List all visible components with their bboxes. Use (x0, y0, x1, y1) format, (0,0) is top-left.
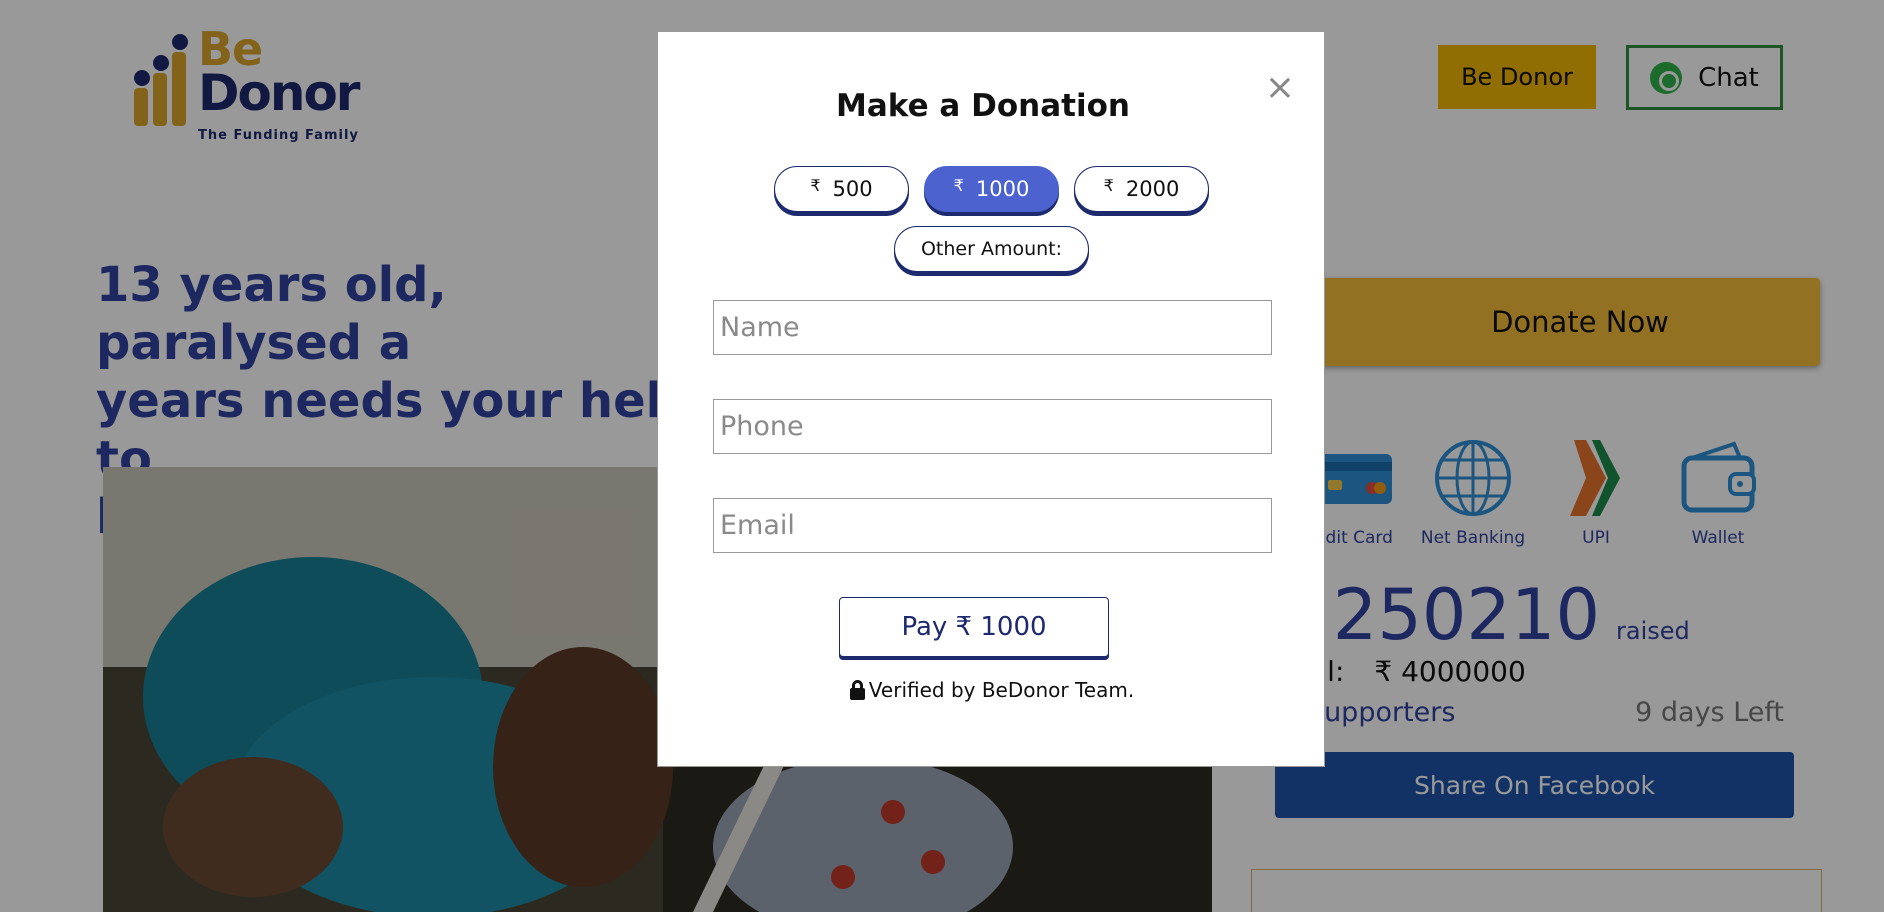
rupee-symbol: ₹ (953, 175, 964, 195)
verified-text: Verified by BeDonor Team. (868, 678, 1135, 702)
amount-value: 500 (832, 177, 873, 201)
rupee-symbol: ₹ (810, 175, 821, 195)
amount-option-2000[interactable]: ₹ 2000 (1074, 166, 1209, 212)
amount-value: 1000 (975, 177, 1030, 201)
modal-title: Make a Donation (836, 88, 1130, 124)
phone-input[interactable] (713, 399, 1272, 454)
amount-option-1000[interactable]: ₹ 1000 (924, 166, 1059, 212)
donation-modal: × Make a Donation ₹ 500 ₹ 1000 ₹ 2000 Ot… (657, 31, 1325, 767)
verified-notice: Verified by BeDonor Team. (658, 678, 1326, 702)
amount-value: 2000 (1125, 177, 1180, 201)
lock-icon (849, 680, 865, 700)
name-input[interactable] (713, 300, 1272, 355)
amount-option-500[interactable]: ₹ 500 (774, 166, 909, 212)
pay-button[interactable]: Pay ₹ 1000 (839, 597, 1109, 657)
other-amount-button[interactable]: Other Amount: (894, 226, 1089, 272)
rupee-symbol: ₹ (1103, 175, 1114, 195)
email-input[interactable] (713, 498, 1272, 553)
